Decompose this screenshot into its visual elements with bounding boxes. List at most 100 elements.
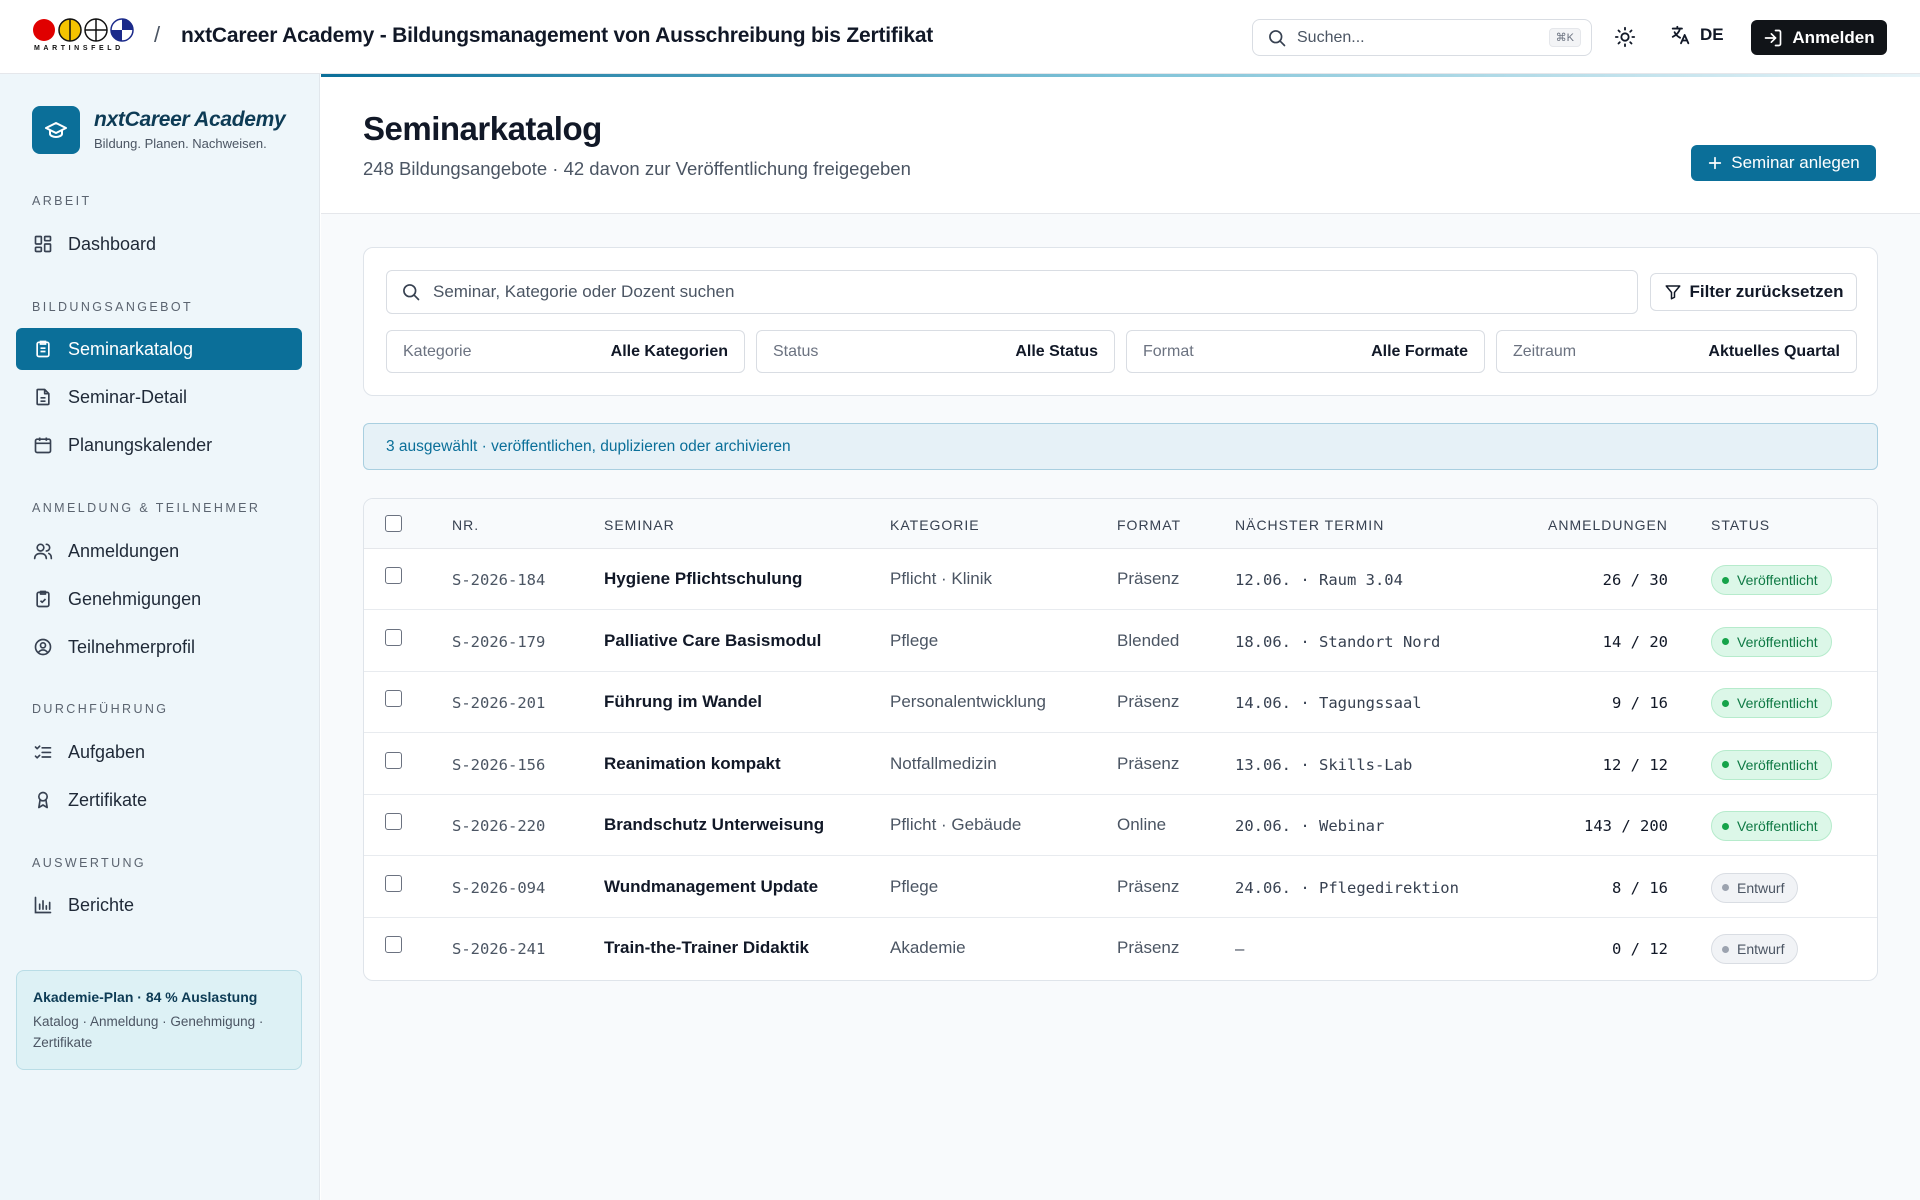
table-row[interactable]: S-2026-241 Train-the-Trainer Didaktik Akad…	[364, 918, 1877, 979]
sidebar-item-label: Dashboard	[68, 233, 157, 254]
checklist-icon	[32, 741, 54, 763]
seminar-format: Präsenz	[1117, 692, 1180, 711]
registration-count: 0 / 12	[1612, 940, 1668, 958]
column-header-nr[interactable]: NR.	[452, 517, 479, 533]
add-seminar-button[interactable]: Seminar anlegen	[1691, 145, 1876, 181]
search-icon	[403, 284, 420, 301]
row-checkbox[interactable]	[385, 936, 402, 953]
sidebar-item-label: Zertifikate	[68, 789, 148, 810]
app-title: nxtCareer Academy - Bildungsmanagement v…	[181, 24, 934, 47]
global-search-input[interactable]: Suchen... ⌘K	[1252, 19, 1592, 56]
seminar-title-link[interactable]: Führung im Wandel	[604, 692, 762, 712]
logo-mark-icon	[33, 18, 134, 42]
column-header-kategorie[interactable]: KATEGORIE	[890, 517, 980, 533]
select-value: Alle Formate	[1371, 342, 1468, 360]
search-icon	[1269, 29, 1286, 46]
sidebar-item-seminar-detail[interactable]: Seminar-Detail	[16, 376, 302, 418]
search-shortcut-badge: ⌘K	[1548, 28, 1581, 47]
seminar-format: Online	[1117, 815, 1167, 834]
status-select[interactable]: Status Alle Status	[756, 330, 1115, 373]
select-value: Aktuelles Quartal	[1708, 342, 1840, 360]
martinsfeld-logo[interactable]: MARTINSFELD	[32, 18, 140, 58]
seminar-search-input[interactable]: Seminar, Kategorie oder Dozent suchen	[386, 270, 1638, 314]
sidebar-brand-tagline: Bildung. Planen. Nachweisen.	[94, 136, 267, 151]
seminar-number: S-2026-094	[452, 878, 546, 897]
row-checkbox[interactable]	[385, 567, 402, 584]
sidebar-item-anmeldungen[interactable]: Anmeldungen	[16, 530, 302, 572]
category-select[interactable]: Kategorie Alle Kategorien	[386, 330, 745, 373]
next-date: 12.06. · Raum 3.04	[1235, 571, 1403, 589]
bulk-action-bar[interactable]: 3 ausgewählt · veröffentlichen, duplizie…	[363, 423, 1878, 470]
seminar-format: Präsenz	[1117, 569, 1180, 588]
seminar-category: Pflege	[890, 630, 939, 650]
registration-count: 9 / 16	[1612, 694, 1668, 712]
sidebar-section-durchfuehrung: DURCHFÜHRUNG	[32, 702, 169, 716]
status-label: Veröffentlicht	[1737, 695, 1818, 711]
table-row[interactable]: S-2026-179 Palliative Care Basismodul Pfle…	[364, 611, 1877, 672]
status-label: Entwurf	[1737, 941, 1785, 957]
dashboard-icon	[32, 233, 54, 255]
academy-logo[interactable]	[32, 106, 80, 154]
language-switch-button[interactable]: DE	[1670, 24, 1724, 46]
column-header-seminar[interactable]: SEMINAR	[604, 517, 675, 533]
seminar-title-link[interactable]: Palliative Care Basismodul	[604, 631, 821, 651]
sidebar-item-zertifikate[interactable]: Zertifikate	[16, 779, 302, 821]
table-row[interactable]: S-2026-156 Reanimation kompakt Notfallmedi…	[364, 734, 1877, 795]
sidebar-item-teilnehmerprofil[interactable]: Teilnehmerprofil	[16, 626, 302, 668]
catalog-icon	[32, 338, 54, 360]
next-date: –	[1235, 940, 1245, 958]
sidebar-item-label: Genehmigungen	[68, 588, 202, 609]
sidebar-item-genehmigungen[interactable]: Genehmigungen	[16, 578, 302, 620]
next-date: 24.06. · Pflegedirektion	[1235, 878, 1459, 897]
graduation-cap-icon	[45, 122, 67, 138]
plan-card-text: Katalog · Anmeldung · Genehmigung · Zert…	[33, 1014, 264, 1050]
seminar-title-link[interactable]: Hygiene Pflichtschulung	[604, 569, 802, 589]
seminar-category: Notfallmedizin	[890, 753, 997, 773]
column-header-status[interactable]: STATUS	[1711, 517, 1770, 533]
select-all-checkbox[interactable]	[385, 515, 402, 532]
status-dot-icon	[1722, 884, 1729, 891]
sidebar-section-auswertung: AUSWERTUNG	[32, 856, 147, 870]
column-header-anmeldungen[interactable]: ANMELDUNGEN	[1548, 517, 1668, 533]
row-checkbox[interactable]	[385, 874, 402, 892]
seminar-title-link[interactable]: Reanimation kompakt	[604, 754, 781, 774]
row-checkbox[interactable]	[385, 628, 402, 646]
logo-circles	[32, 18, 140, 42]
sidebar-item-planungskalender[interactable]: Planungskalender	[16, 424, 302, 466]
next-date: 20.06. · Webinar	[1235, 817, 1385, 835]
column-header-format[interactable]: FORMAT	[1117, 517, 1181, 533]
row-checkbox[interactable]	[385, 690, 402, 707]
select-value: Alle Status	[1015, 342, 1098, 360]
row-checkbox[interactable]	[385, 813, 402, 830]
seminar-title-link[interactable]: Brandschutz Unterweisung	[604, 815, 824, 835]
award-icon	[32, 789, 54, 811]
theme-toggle-button[interactable]	[1612, 24, 1638, 50]
seminar-title-link[interactable]: Train-the-Trainer Didaktik	[604, 938, 809, 958]
login-icon	[1765, 29, 1782, 46]
sidebar-item-label: Anmeldungen	[68, 540, 180, 561]
select-label: Format	[1143, 342, 1194, 360]
seminar-format: Präsenz	[1117, 876, 1180, 896]
table-row[interactable]: S-2026-184 Hygiene Pflichtschulung Pflicht…	[364, 549, 1877, 610]
sidebar-item-berichte[interactable]: Berichte	[16, 884, 302, 926]
seminar-category: Pflege	[890, 876, 939, 896]
table-row[interactable]: S-2026-094 Wundmanagement Update Pflege Prä…	[364, 857, 1877, 918]
row-checkbox[interactable]	[385, 751, 402, 769]
next-date: 14.06. · Tagungssaal	[1235, 694, 1422, 712]
reset-filters-button[interactable]: Filter zurücksetzen	[1650, 273, 1857, 311]
sidebar-item-aufgaben[interactable]: Aufgaben	[16, 731, 302, 773]
sidebar-item-dashboard[interactable]: Dashboard	[16, 223, 302, 265]
registration-count: 8 / 16	[1612, 878, 1668, 897]
table-row[interactable]: S-2026-201 Führung im Wandel Personalentwi…	[364, 672, 1877, 733]
seminar-number: S-2026-241	[452, 940, 546, 958]
bulk-action-text: 3 ausgewählt · veröffentlichen, duplizie…	[386, 437, 791, 455]
format-select[interactable]: Format Alle Formate	[1126, 330, 1485, 373]
sidebar-item-seminarkatalog[interactable]: Seminarkatalog	[16, 328, 302, 370]
login-button[interactable]: Anmelden	[1751, 20, 1887, 55]
period-select[interactable]: Zeitraum Aktuelles Quartal	[1496, 330, 1857, 373]
column-header-termin[interactable]: NÄCHSTER TERMIN	[1235, 517, 1384, 533]
seminar-format: Präsenz	[1117, 938, 1180, 957]
seminar-title-link[interactable]: Wundmanagement Update	[604, 877, 818, 897]
table-row[interactable]: S-2026-220 Brandschutz Unterweisung Pflich…	[364, 795, 1877, 856]
seminar-category: Akademie	[890, 938, 966, 957]
